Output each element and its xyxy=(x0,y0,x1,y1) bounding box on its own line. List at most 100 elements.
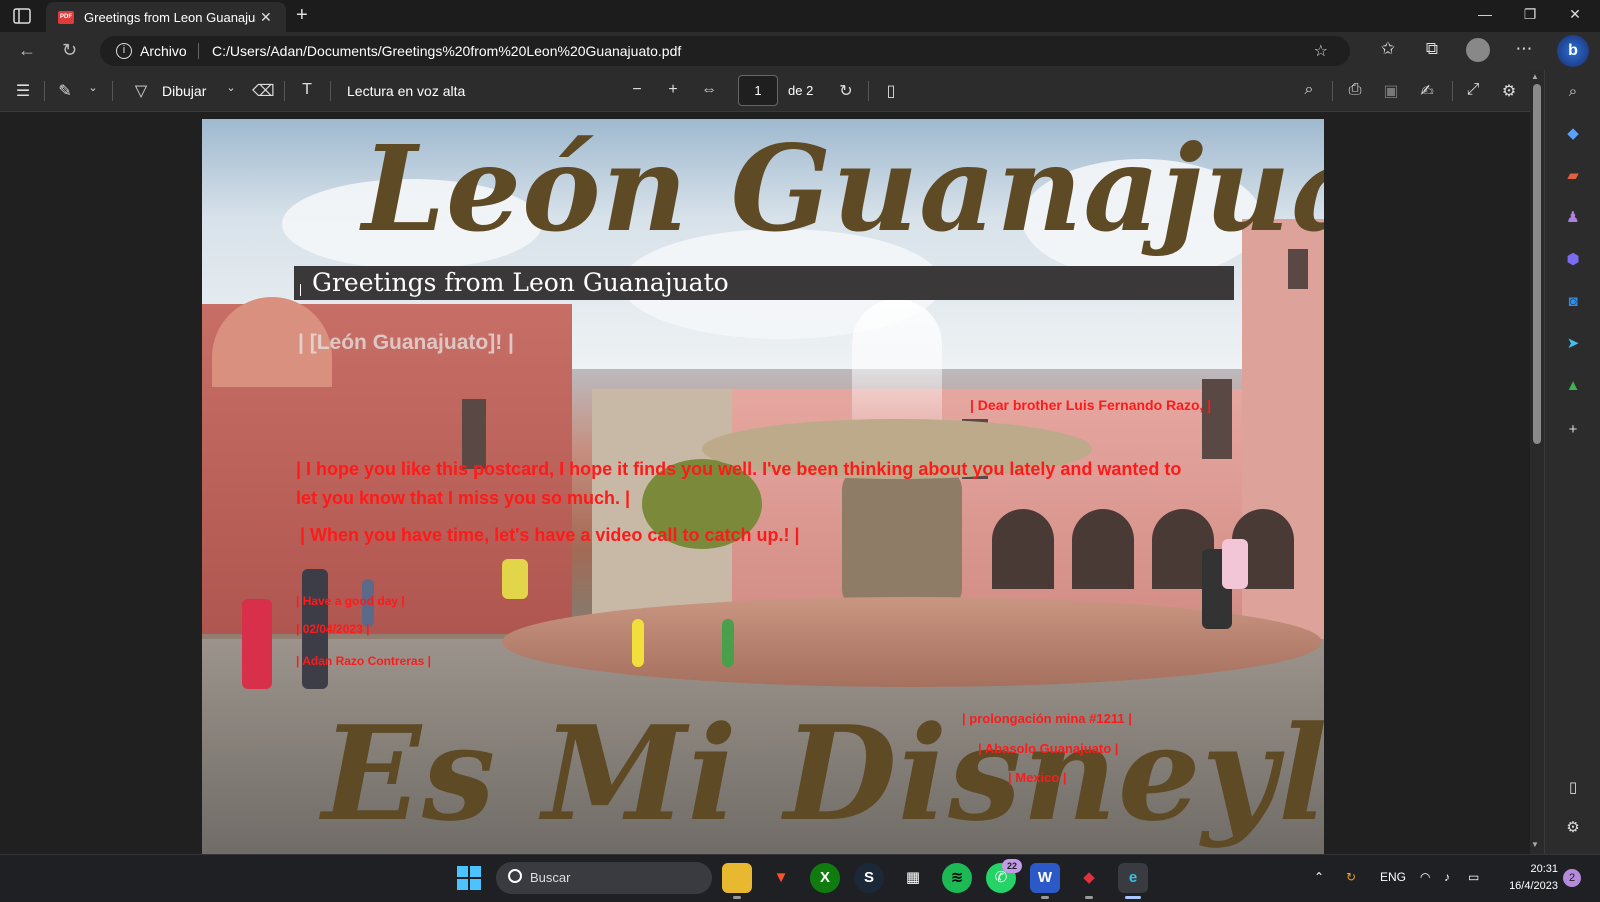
text-icon[interactable]: T xyxy=(296,81,318,99)
notification-badge[interactable]: 2 xyxy=(1563,869,1581,887)
bing-copilot-icon[interactable]: b xyxy=(1557,35,1589,67)
more-options-icon[interactable]: ⋯ xyxy=(1512,39,1536,59)
tools-icon[interactable]: ▰ xyxy=(1561,164,1585,188)
read-aloud-button[interactable]: Lectura en voz alta xyxy=(347,83,465,99)
title-bar: PDF Greetings from Leon Guanajuato ✕ + —… xyxy=(0,0,1600,32)
contents-icon[interactable]: ☰ xyxy=(12,81,34,101)
pdf-toolbar: ☰ ✎ ⌄ ▽ Dibujar ⌄ ⌫ T Lectura en voz alt… xyxy=(0,70,1530,112)
brave-icon[interactable]: ▼ xyxy=(766,863,796,893)
settings-icon[interactable]: ⚙ xyxy=(1498,81,1520,101)
back-icon[interactable]: ← xyxy=(18,40,36,61)
photo-person xyxy=(632,619,644,667)
sync-icon[interactable]: ↻ xyxy=(1346,870,1356,884)
minimize-icon[interactable]: — xyxy=(1470,6,1500,22)
draw-button[interactable]: Dibujar xyxy=(162,83,206,99)
search-icon[interactable]: ⌕ xyxy=(1298,81,1320,99)
scroll-up-icon[interactable]: ▲ xyxy=(1531,72,1539,81)
windows-start-icon[interactable] xyxy=(454,863,484,893)
steam-icon[interactable]: S xyxy=(854,863,884,893)
divider xyxy=(330,81,331,101)
fullscreen-icon[interactable]: ⤢ xyxy=(1462,81,1484,99)
search-sidebar-icon[interactable]: ⌕ xyxy=(1561,80,1585,104)
photo-fountain-column xyxy=(842,469,962,609)
info-icon[interactable]: i xyxy=(116,43,132,59)
outlook-icon[interactable]: ◙ xyxy=(1561,290,1585,314)
edge-icon[interactable]: e xyxy=(1118,863,1148,893)
whatsapp-badge: 22 xyxy=(1002,859,1022,873)
microsoft-store-icon[interactable]: ▦ xyxy=(898,863,928,893)
word-icon[interactable]: W xyxy=(1030,863,1060,893)
sidebar-settings-icon[interactable]: ⚙ xyxy=(1561,816,1585,840)
tab-actions-icon[interactable] xyxy=(12,7,34,25)
page-view-icon[interactable]: ▯ xyxy=(880,81,902,101)
divider xyxy=(868,81,869,101)
chevron-down-icon[interactable]: ⌄ xyxy=(82,81,104,94)
wifi-icon[interactable]: ◠ xyxy=(1420,870,1430,884)
browser-tab-active[interactable]: PDF Greetings from Leon Guanajuato ✕ xyxy=(46,2,286,32)
script-title-top: León Guanajuato xyxy=(362,119,1324,258)
divider xyxy=(112,81,113,101)
battery-icon[interactable]: ▭ xyxy=(1468,870,1479,884)
taskbar-search[interactable]: Buscar xyxy=(496,862,712,894)
pdf-viewer[interactable]: León Guanajuato Greetings from Leon Guan… xyxy=(0,112,1530,854)
profile-avatar[interactable] xyxy=(1466,38,1490,62)
message-line-2: let you know that I miss you so much. | xyxy=(296,488,631,508)
close-window-icon[interactable]: ✕ xyxy=(1560,6,1590,23)
close-tab-icon[interactable]: ✕ xyxy=(260,9,272,26)
taskbar-search-label: Buscar xyxy=(530,870,571,885)
sender-name: | Adan Razo Contreras | xyxy=(296,654,431,668)
save-icon[interactable]: ▣ xyxy=(1380,81,1402,101)
add-favorite-icon[interactable]: ☆ xyxy=(1314,41,1328,61)
url-divider xyxy=(198,43,199,59)
url-field[interactable]: i Archivo C:/Users/Adan/Documents/Greeti… xyxy=(100,36,1350,66)
scroll-thumb[interactable] xyxy=(1533,84,1541,444)
draw-icon[interactable]: ▽ xyxy=(130,81,152,101)
running-indicator xyxy=(733,896,741,899)
photo-person xyxy=(722,619,734,667)
date-text: | 02/04/2023 | xyxy=(296,622,370,636)
save-as-icon[interactable]: ✍ xyxy=(1416,81,1438,101)
games-icon[interactable]: ♟ xyxy=(1561,206,1585,230)
clock[interactable]: 20:31 16/4/2023 xyxy=(1496,861,1558,895)
address-bar: ← ↻ i Archivo C:/Users/Adan/Documents/Gr… xyxy=(0,32,1600,70)
red-app-icon[interactable]: ◆ xyxy=(1074,863,1104,893)
volume-icon[interactable]: ♪ xyxy=(1444,870,1450,884)
vertical-scrollbar[interactable]: ▲ ▼ xyxy=(1530,70,1544,854)
tab-title: Greetings from Leon Guanajuato xyxy=(84,10,256,25)
print-icon[interactable]: ⎙ xyxy=(1344,81,1366,99)
chevron-up-icon[interactable]: ⌃ xyxy=(1314,870,1324,884)
shopping-icon[interactable]: ◆ xyxy=(1561,122,1585,146)
rotate-icon[interactable]: ↻ xyxy=(835,81,857,101)
scroll-down-icon[interactable]: ▼ xyxy=(1531,840,1539,849)
restore-icon[interactable]: ❐ xyxy=(1515,6,1545,23)
script-title-bottom: Es Mi Disneyland xyxy=(322,697,1324,850)
fit-width-icon[interactable]: ⇔ xyxy=(698,81,720,99)
chevron-down-icon[interactable]: ⌄ xyxy=(220,81,242,94)
hide-sidebar-icon[interactable]: ▯ xyxy=(1561,776,1585,800)
url-text[interactable]: C:/Users/Adan/Documents/Greetings%20from… xyxy=(212,43,681,59)
favorites-icon[interactable]: ✩ xyxy=(1376,39,1400,59)
zoom-out-icon[interactable]: − xyxy=(626,81,648,99)
page-total-label: de 2 xyxy=(788,83,814,98)
eraser-icon[interactable]: ⌫ xyxy=(252,81,275,101)
spotify-icon[interactable]: ≋ xyxy=(942,863,972,893)
send-icon[interactable]: ➤ xyxy=(1561,332,1585,356)
header-band: Greetings from Leon Guanajuato xyxy=(294,266,1234,300)
xbox-icon[interactable]: X xyxy=(810,863,840,893)
search-icon xyxy=(508,869,522,883)
zoom-in-icon[interactable]: + xyxy=(662,81,684,99)
file-explorer-icon[interactable] xyxy=(722,863,752,893)
page-number-input[interactable]: 1 xyxy=(738,75,778,106)
tree-icon[interactable]: ▲ xyxy=(1561,374,1585,398)
divider xyxy=(284,81,285,101)
add-sidebar-icon[interactable]: + xyxy=(1561,418,1585,442)
language-indicator[interactable]: ENG xyxy=(1380,870,1406,884)
new-tab-icon[interactable]: + xyxy=(296,4,308,27)
greeting-text: | Dear brother Luis Fernando Razo, | xyxy=(970,397,1212,413)
address-line-1: | prolongación mina #1211 | xyxy=(962,711,1132,726)
collections-icon[interactable]: ⧉ xyxy=(1420,39,1444,59)
microsoft-365-icon[interactable]: ⬢ xyxy=(1561,248,1585,272)
highlight-icon[interactable]: ✎ xyxy=(54,81,76,101)
address-line-2: | Abasolo Guanajuato | xyxy=(978,741,1119,756)
refresh-icon[interactable]: ↻ xyxy=(62,40,77,61)
